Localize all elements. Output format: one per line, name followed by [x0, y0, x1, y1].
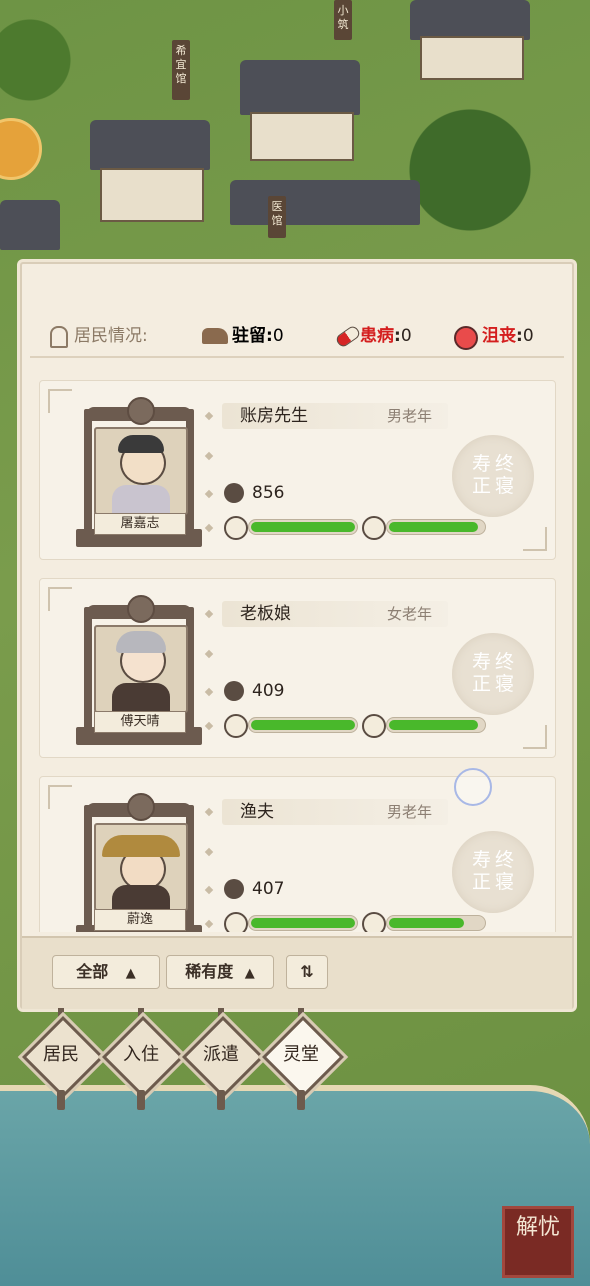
house-roof [90, 120, 210, 170]
resident-card[interactable]: 傅天晴 老板娘 女老年 409 寿正 终寝 [39, 578, 556, 758]
resident-name: 傅天晴 [94, 711, 186, 733]
tab-move-in[interactable]: 入住 [101, 1008, 185, 1110]
house-wall [100, 168, 204, 222]
tab-dispatch[interactable]: 派遣 [181, 1008, 265, 1110]
mood-bar [386, 717, 486, 733]
filter-rarity-button[interactable]: 稀有度 ▲ [166, 955, 274, 989]
deceased-seal: 寿正 终寝 [452, 831, 534, 913]
resident-name: 屠嘉志 [94, 513, 186, 535]
map-sign[interactable]: 希宜馆 [172, 40, 190, 100]
tab-memorial-hall[interactable]: 灵堂 [261, 1008, 345, 1110]
portrait-frame: 屠嘉志 [76, 397, 202, 548]
resident-age: 女老年 [386, 605, 432, 623]
role-field: 渔夫 男老年 [222, 799, 448, 825]
resident-status-title: 居民情况: [74, 326, 148, 346]
horse-icon [202, 328, 228, 344]
resident-hp: 409 [252, 681, 285, 701]
resident-role: 老板娘 [240, 604, 291, 624]
sort-icon: ⇅ [300, 962, 314, 981]
sort-button[interactable]: ⇅ [286, 955, 328, 989]
flower-knot-icon [127, 397, 155, 425]
house-roof [0, 200, 60, 250]
panel-header: 居民情况: 驻留:0 患病:0 沮丧:0 [30, 272, 564, 358]
touch-indicator [454, 768, 492, 806]
role-field: 账房先生 男老年 [222, 403, 448, 429]
avatar[interactable] [94, 625, 188, 713]
leaf-icon [362, 912, 386, 932]
card-corner [48, 785, 72, 809]
card-corner [48, 389, 72, 413]
resident-role: 账房先生 [240, 406, 308, 426]
role-field: 老板娘 女老年 [222, 601, 448, 627]
leaf-icon [362, 516, 386, 540]
chevron-up-icon: ▲ [244, 966, 255, 981]
health-bar [248, 519, 358, 535]
pill-icon [334, 324, 362, 349]
leaf-icon [362, 714, 386, 738]
resident-card[interactable]: 屠嘉志 账房先生 男老年 856 寿正 终寝 [39, 380, 556, 560]
card-corner [523, 527, 547, 551]
health-bar [248, 915, 358, 931]
portrait-frame: 蔚逸 [76, 793, 202, 932]
heart-icon [224, 714, 248, 738]
resident-name: 蔚逸 [94, 909, 186, 931]
map-sign[interactable]: 小筑 [334, 0, 352, 40]
house-wall [250, 112, 354, 161]
chevron-up-icon: ▲ [125, 966, 136, 981]
deceased-seal: 寿正 终寝 [452, 435, 534, 517]
avatar[interactable] [94, 427, 188, 515]
stat-sick: 患病:0 [360, 326, 412, 346]
resident-age: 男老年 [386, 803, 432, 821]
deceased-seal: 寿正 终寝 [452, 633, 534, 715]
avatar[interactable] [94, 823, 188, 911]
filter-toolbar: 全部 ▲ 稀有度 ▲ ⇅ [22, 936, 572, 1009]
resident-role: 渔夫 [240, 802, 274, 822]
health-bar [248, 717, 358, 733]
resident-list[interactable]: 屠嘉志 账房先生 男老年 856 寿正 终寝 傅天晴 老板娘 女老年 409 寿… [30, 372, 564, 932]
filter-all-button[interactable]: 全部 ▲ [52, 955, 160, 989]
flower-knot-icon [127, 793, 155, 821]
sad-face-icon [454, 326, 478, 350]
card-corner [48, 587, 72, 611]
portrait-frame: 傅天晴 [76, 595, 202, 746]
game-logo[interactable]: 解忧 [502, 1206, 574, 1278]
residents-panel: 居民情况: 驻留:0 患病:0 沮丧:0 屠嘉志 账房先生 男老年 856 寿 … [20, 262, 574, 1009]
person-icon [50, 326, 68, 348]
stat-stay: 驻留:0 [232, 326, 284, 346]
flower-knot-icon [127, 595, 155, 623]
tab-residents[interactable]: 居民 [21, 1008, 105, 1110]
house-roof [230, 180, 420, 225]
map-sign[interactable]: 医馆 [268, 196, 286, 238]
house-roof [240, 60, 360, 115]
heart-icon [224, 516, 248, 540]
broken-heart-icon [224, 879, 244, 899]
resident-hp: 407 [252, 879, 285, 899]
heart-icon [224, 912, 248, 932]
house-roof [410, 0, 530, 40]
mood-bar [386, 915, 486, 931]
stat-depressed: 沮丧:0 [482, 326, 534, 346]
broken-heart-icon [224, 681, 244, 701]
card-corner [523, 725, 547, 749]
house-wall [420, 36, 524, 80]
mood-bar [386, 519, 486, 535]
broken-heart-icon [224, 483, 244, 503]
resident-age: 男老年 [386, 407, 432, 425]
resident-hp: 856 [252, 483, 285, 503]
coin-icon[interactable] [0, 118, 42, 180]
